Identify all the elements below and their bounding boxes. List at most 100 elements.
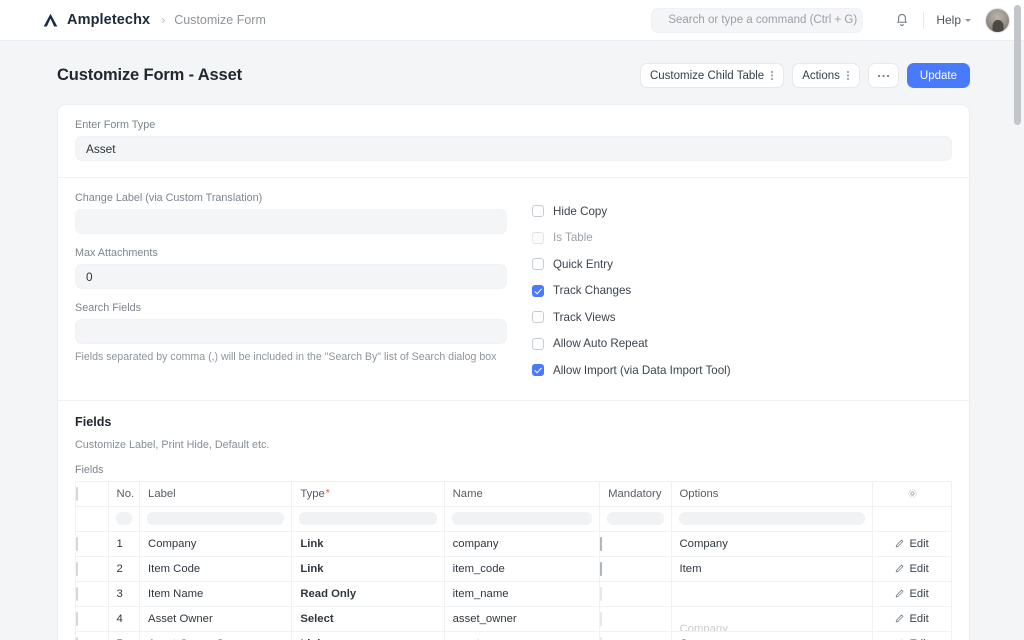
filter-name[interactable] — [444, 506, 599, 531]
mandatory-checkbox[interactable] — [600, 562, 602, 576]
row-type[interactable]: Link — [292, 631, 444, 640]
is-table-checkbox[interactable] — [532, 232, 544, 244]
checkbox-row-allow-import[interactable]: Allow Import (via Data Import Tool) — [532, 357, 952, 383]
row-mandatory[interactable] — [600, 531, 671, 556]
chevron-down-icon — [965, 19, 971, 22]
row-checkbox[interactable] — [76, 612, 78, 626]
row-options[interactable]: Company — [671, 631, 873, 640]
row-edit[interactable]: Edit — [873, 631, 952, 640]
settings-left-column: Change Label (via Custom Translation) Ma… — [75, 192, 521, 384]
allow-import-checkbox[interactable] — [532, 364, 544, 376]
select-all-header[interactable] — [76, 481, 109, 506]
table-row[interactable]: 5 Asset Owner Company Link asset_owner_c… — [76, 631, 952, 640]
row-options[interactable]: Company — [671, 606, 873, 631]
row-edit[interactable]: Edit — [873, 531, 952, 556]
filter-no[interactable] — [108, 506, 140, 531]
table-row[interactable]: 3 Item Name Read Only item_name Edit — [76, 581, 952, 606]
customize-child-table-button[interactable]: Customize Child Table — [640, 63, 784, 88]
notifications-button[interactable] — [889, 7, 915, 33]
row-options[interactable] — [671, 581, 873, 606]
search-input[interactable]: Search or type a command (Ctrl + G) — [651, 8, 863, 33]
row-select-cell[interactable] — [76, 606, 109, 631]
row-select-cell[interactable] — [76, 556, 109, 581]
row-no: 1 — [108, 531, 140, 556]
filter-mandatory[interactable] — [600, 506, 671, 531]
row-checkbox[interactable] — [76, 637, 78, 640]
row-type[interactable]: Link — [292, 556, 444, 581]
row-type[interactable]: Link — [292, 531, 444, 556]
row-name[interactable]: item_name — [444, 581, 599, 606]
row-checkbox[interactable] — [76, 587, 78, 601]
hide-copy-label: Hide Copy — [553, 205, 607, 218]
column-options: Options — [671, 481, 873, 506]
mandatory-checkbox[interactable] — [600, 587, 602, 601]
row-checkbox[interactable] — [76, 537, 78, 551]
mandatory-checkbox[interactable] — [600, 612, 602, 626]
row-checkbox[interactable] — [76, 562, 78, 576]
brand[interactable]: Ampletechx — [42, 12, 150, 29]
filter-select-cell — [76, 506, 109, 531]
row-label[interactable]: Company — [140, 531, 292, 556]
row-edit[interactable]: Edit — [873, 581, 952, 606]
row-edit[interactable]: Edit — [873, 606, 952, 631]
row-type[interactable]: Select — [292, 606, 444, 631]
row-select-cell[interactable] — [76, 581, 109, 606]
table-row[interactable]: 4 Asset Owner Select asset_owner Company — [76, 606, 952, 631]
row-type[interactable]: Read Only — [292, 581, 444, 606]
filter-label[interactable] — [140, 506, 292, 531]
update-button[interactable]: Update — [907, 63, 970, 88]
row-mandatory[interactable] — [600, 631, 671, 640]
row-label[interactable]: Item Code — [140, 556, 292, 581]
track-changes-checkbox[interactable] — [532, 285, 544, 297]
edit-label: Edit — [909, 563, 928, 575]
checkbox-row-hide-copy[interactable]: Hide Copy — [532, 198, 952, 224]
checkbox-row-track-views[interactable]: Track Views — [532, 304, 952, 330]
track-views-checkbox[interactable] — [532, 311, 544, 323]
checkbox-row-quick-entry[interactable]: Quick Entry — [532, 251, 952, 277]
change-label-input[interactable] — [75, 209, 507, 234]
required-marker: * — [326, 488, 330, 499]
row-select-cell[interactable] — [76, 631, 109, 640]
filter-options[interactable] — [671, 506, 873, 531]
row-name[interactable]: asset_owner_company — [444, 631, 599, 640]
max-attachments-label: Max Attachments — [75, 247, 507, 259]
mandatory-checkbox[interactable] — [600, 637, 602, 640]
row-name[interactable]: asset_owner — [444, 606, 599, 631]
help-menu[interactable]: Help — [936, 13, 971, 27]
select-all-checkbox[interactable] — [76, 487, 78, 501]
more-menu-button[interactable] — [868, 63, 899, 88]
page-scrollbar[interactable] — [1010, 0, 1024, 640]
actions-button[interactable]: Actions — [792, 63, 860, 88]
row-options[interactable]: Company — [671, 531, 873, 556]
row-select-cell[interactable] — [76, 531, 109, 556]
row-edit[interactable]: Edit — [873, 556, 952, 581]
row-label[interactable]: Item Name — [140, 581, 292, 606]
table-row[interactable]: 1 Company Link company Company Edit — [76, 531, 952, 556]
form-type-input[interactable]: Asset — [75, 136, 952, 161]
checkbox-row-is-table[interactable]: Is Table — [532, 225, 952, 251]
row-mandatory[interactable] — [600, 606, 671, 631]
checkbox-row-allow-auto-repeat[interactable]: Allow Auto Repeat — [532, 331, 952, 357]
row-name[interactable]: company — [444, 531, 599, 556]
mandatory-checkbox[interactable] — [600, 537, 602, 551]
column-settings[interactable] — [873, 481, 952, 506]
row-label[interactable]: Asset Owner — [140, 606, 292, 631]
row-options[interactable]: Item — [671, 556, 873, 581]
table-row[interactable]: 2 Item Code Link item_code Item Edit — [76, 556, 952, 581]
hide-copy-checkbox[interactable] — [532, 205, 544, 217]
row-mandatory[interactable] — [600, 581, 671, 606]
max-attachments-input[interactable]: 0 — [75, 264, 507, 289]
table-filter-row[interactable] — [76, 506, 952, 531]
row-no: 2 — [108, 556, 140, 581]
filter-type[interactable] — [292, 506, 444, 531]
quick-entry-checkbox[interactable] — [532, 258, 544, 270]
checkbox-row-track-changes[interactable]: Track Changes — [532, 278, 952, 304]
search-fields-input[interactable] — [75, 319, 507, 344]
row-label[interactable]: Asset Owner Company — [140, 631, 292, 640]
row-name[interactable]: item_code — [444, 556, 599, 581]
allow-auto-repeat-checkbox[interactable] — [532, 338, 544, 350]
edit-label: Edit — [909, 588, 928, 600]
avatar[interactable] — [985, 8, 1010, 33]
breadcrumb-customize-form[interactable]: Customize Form — [174, 13, 266, 27]
row-mandatory[interactable] — [600, 556, 671, 581]
